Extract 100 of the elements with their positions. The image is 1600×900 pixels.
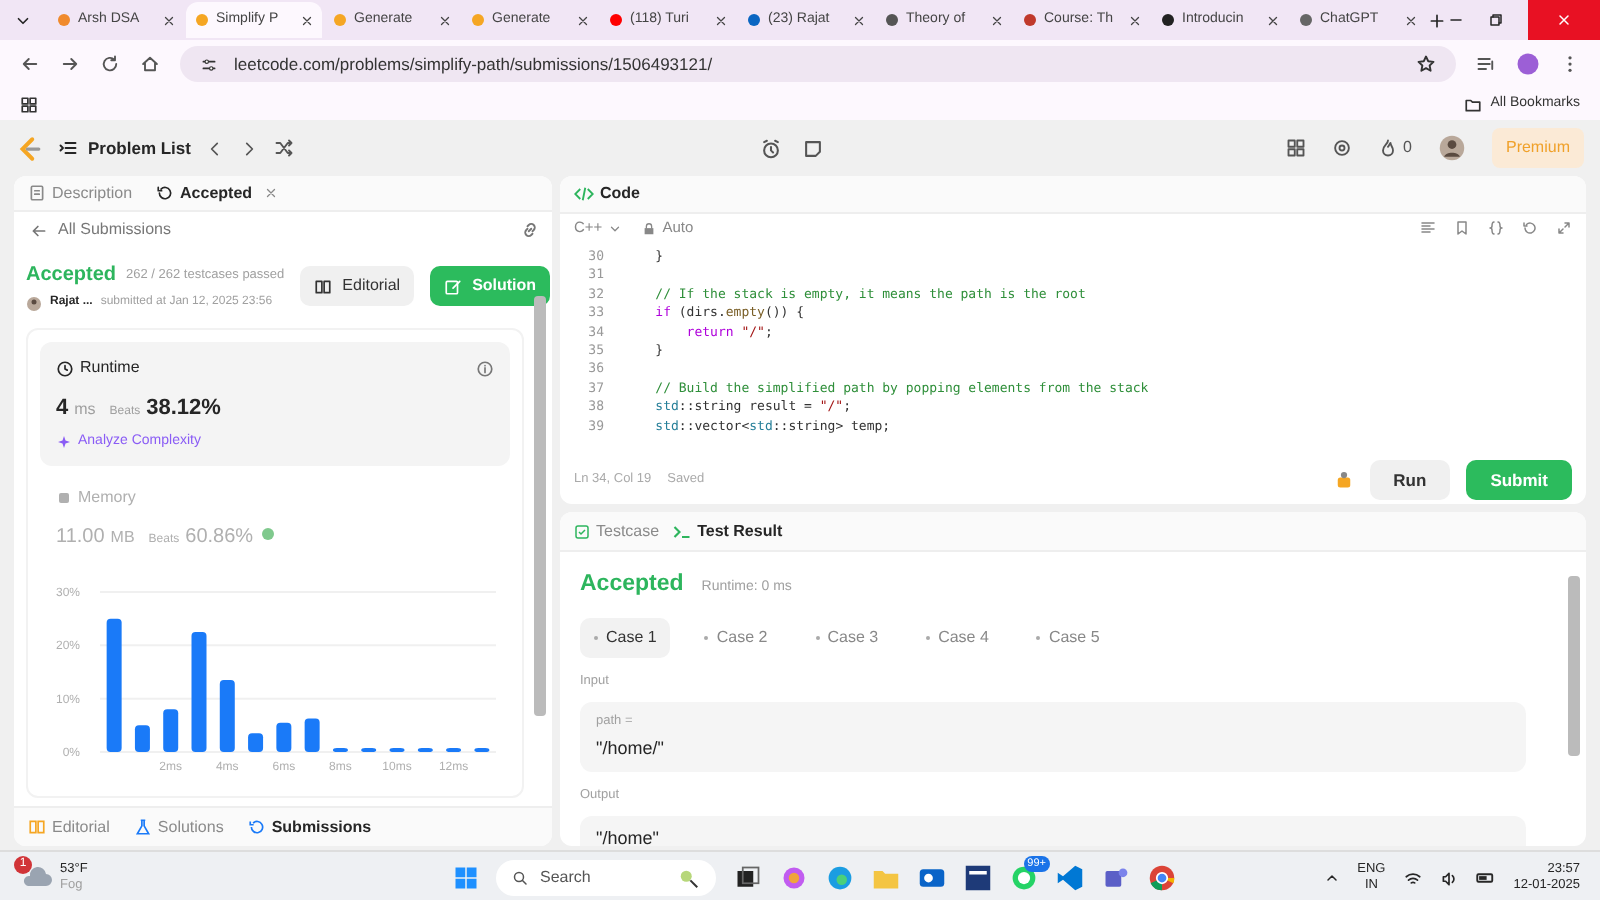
restore-icon[interactable] <box>1488 12 1504 28</box>
close-icon[interactable] <box>990 13 1004 27</box>
list-icon <box>58 138 78 158</box>
all-submissions-link[interactable]: All Submissions <box>30 218 171 242</box>
media-icon[interactable] <box>1476 54 1496 74</box>
checkbox-icon <box>574 523 590 539</box>
browser-icon[interactable] <box>826 864 854 892</box>
back-icon <box>30 221 48 239</box>
timer-icon[interactable] <box>760 137 783 159</box>
panel-tab[interactable]: Test Result <box>671 519 783 543</box>
mail-icon[interactable] <box>918 864 946 892</box>
new-tab-icon[interactable] <box>1428 11 1446 29</box>
panel-tab[interactable]: Code <box>574 182 640 206</box>
runtime-value: 4 <box>56 394 69 424</box>
next-icon[interactable] <box>240 139 259 157</box>
address-bar[interactable]: leetcode.com/problems/simplify-path/submissions/1506493121/ <box>180 46 1456 82</box>
shuffle-icon[interactable] <box>274 138 295 158</box>
panel-tab[interactable]: Accepted <box>156 181 253 205</box>
note-icon[interactable] <box>802 137 825 159</box>
close-icon[interactable] <box>714 13 728 27</box>
case-tab[interactable]: Case 2 <box>690 618 782 659</box>
reload-icon[interactable] <box>100 54 120 74</box>
status-label: Accepted <box>26 262 117 290</box>
memory-title: Memory <box>78 486 136 510</box>
site-icon <box>608 12 624 28</box>
link-icon[interactable] <box>520 220 540 240</box>
forward-icon[interactable] <box>60 54 80 74</box>
scrollbar[interactable] <box>1568 576 1580 756</box>
run-button[interactable]: Run <box>1369 459 1451 501</box>
runtime-title: Runtime <box>80 356 140 380</box>
battery-icon[interactable] <box>1475 868 1496 888</box>
profile-icon[interactable] <box>1516 52 1540 76</box>
debug-icon[interactable] <box>1333 470 1354 490</box>
chart-bar[interactable] <box>248 733 264 752</box>
bookmark-icon[interactable] <box>1454 220 1470 236</box>
code-editor-icon[interactable] <box>1056 864 1084 892</box>
unit-label: ms <box>74 398 96 422</box>
code-icon <box>574 184 594 204</box>
case-tab[interactable]: Case 5 <box>1022 618 1114 659</box>
book-icon <box>314 277 333 295</box>
start-icon[interactable] <box>454 866 478 890</box>
chevron-up-icon[interactable] <box>1323 870 1340 886</box>
settings-icon[interactable] <box>1331 138 1352 158</box>
search-icon <box>512 870 528 886</box>
info-icon[interactable] <box>476 359 494 377</box>
site-icon <box>470 12 486 28</box>
dev-app-icon[interactable] <box>964 864 992 892</box>
panel-tab[interactable]: Submissions <box>247 815 372 839</box>
close-icon[interactable] <box>438 13 452 27</box>
close-icon[interactable] <box>162 13 176 27</box>
close-icon[interactable] <box>852 13 866 27</box>
case-tab[interactable]: Case 4 <box>912 618 1003 659</box>
teams-icon[interactable] <box>1102 864 1130 892</box>
case-tab[interactable]: Case 3 <box>801 618 893 659</box>
site-icon <box>746 12 762 28</box>
chart-bar[interactable] <box>163 709 179 752</box>
book-icon <box>28 818 46 836</box>
star-icon[interactable] <box>1416 54 1436 74</box>
site-icon <box>194 12 210 28</box>
case-tab[interactable]: Case 1 <box>580 618 671 659</box>
apps-icon[interactable] <box>20 95 38 113</box>
avatar-icon <box>26 295 42 311</box>
lock-icon <box>642 221 657 235</box>
expand-icon[interactable] <box>1556 220 1572 236</box>
caret-icon <box>608 221 623 235</box>
site-icon <box>1298 12 1314 28</box>
chart-bar[interactable] <box>304 718 320 752</box>
search-field[interactable]: Search <box>496 860 716 896</box>
scrollbar[interactable] <box>534 296 546 716</box>
chrome-icon[interactable] <box>1148 864 1176 892</box>
tab-list-icon <box>14 12 32 30</box>
wifi-icon[interactable] <box>1403 869 1422 887</box>
close-icon[interactable] <box>1266 13 1280 27</box>
layout-icon[interactable] <box>1285 138 1306 158</box>
chart-bar[interactable] <box>276 722 292 752</box>
chart-bar[interactable] <box>106 618 122 752</box>
close-icon[interactable] <box>576 13 590 27</box>
streak-counter[interactable]: 0 <box>1377 136 1412 160</box>
problem-list-button[interactable]: Problem List <box>58 135 191 161</box>
close-icon[interactable] <box>300 13 314 27</box>
copilot-icon[interactable] <box>780 864 808 892</box>
site-settings-icon[interactable] <box>200 55 218 73</box>
reset-icon[interactable] <box>1522 220 1538 236</box>
edit-icon <box>444 277 463 295</box>
history-icon <box>156 184 175 202</box>
home-icon[interactable] <box>140 54 160 74</box>
braces-icon[interactable] <box>1488 220 1504 236</box>
volume-icon[interactable] <box>1439 869 1458 887</box>
close-icon[interactable] <box>1128 13 1142 27</box>
editorial-button[interactable]: Editorial <box>300 266 415 306</box>
chart-bar[interactable] <box>134 725 150 752</box>
clock-icon <box>56 359 74 377</box>
unit-label: MB <box>110 526 135 550</box>
site-icon <box>1160 12 1176 28</box>
back-icon[interactable] <box>20 54 40 74</box>
chart-bar[interactable] <box>219 680 235 752</box>
task-view-icon[interactable] <box>734 864 762 892</box>
site-icon <box>56 12 72 28</box>
avatar-icon[interactable] <box>1437 134 1466 162</box>
close-icon[interactable] <box>1404 13 1418 27</box>
